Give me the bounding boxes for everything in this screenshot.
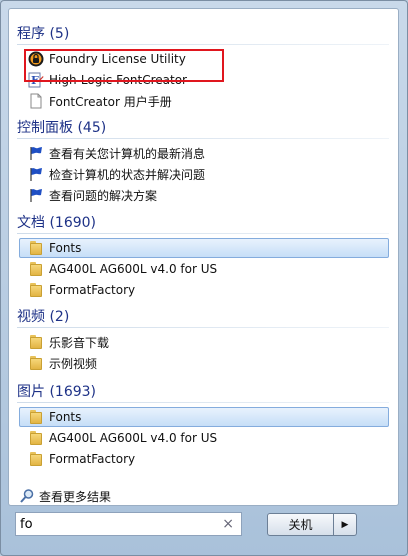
result-item-label: 查看有关您计算机的最新消息 — [49, 146, 206, 161]
separator — [17, 138, 389, 139]
search-input[interactable] — [20, 514, 215, 534]
separator — [17, 233, 389, 234]
folder-icon — [28, 240, 44, 256]
shutdown-options-arrow-icon[interactable]: ▶ — [334, 513, 357, 536]
result-item-label: Fonts — [49, 410, 82, 424]
group-header-programs[interactable]: 程序 (5) — [17, 25, 69, 43]
group-header-documents[interactable]: 文档 (1690) — [17, 214, 96, 232]
separator — [17, 44, 389, 45]
result-item-folder[interactable]: 示例视频 — [19, 353, 389, 373]
highlight-box — [24, 49, 224, 82]
result-item-label: FormatFactory — [49, 452, 136, 466]
result-item-label: Fonts — [49, 241, 82, 255]
magnifier-icon — [19, 488, 35, 504]
search-box[interactable]: × — [15, 512, 242, 536]
result-item-label: 查看问题的解决方案 — [49, 188, 158, 203]
see-more-results-label: 查看更多结果 — [39, 489, 112, 504]
result-item-folder[interactable]: AG400L AG600L v4.0 for US — [19, 428, 389, 448]
group-header-videos[interactable]: 视频 (2) — [17, 308, 69, 326]
flag-icon — [28, 145, 44, 161]
flag-icon — [28, 187, 44, 203]
result-item-fonts-selected[interactable]: Fonts — [19, 238, 389, 258]
folder-icon — [28, 282, 44, 298]
result-item-label: AG400L AG600L v4.0 for US — [49, 262, 218, 276]
flag-icon — [28, 166, 44, 182]
see-more-results-link[interactable]: 查看更多结果 — [19, 487, 111, 505]
result-item-label: AG400L AG600L v4.0 for US — [49, 431, 218, 445]
result-item-folder[interactable]: AG400L AG600L v4.0 for US — [19, 259, 389, 279]
clear-search-icon[interactable]: × — [222, 516, 234, 532]
result-item-label: FontCreator 用户手册 — [49, 94, 172, 109]
result-item-folder[interactable]: FormatFactory — [19, 280, 389, 300]
result-item-control-panel[interactable]: 检查计算机的状态并解决问题 — [19, 164, 389, 184]
result-item-label: 乐影音下载 — [49, 335, 110, 350]
result-item-control-panel[interactable]: 查看有关您计算机的最新消息 — [19, 143, 389, 163]
separator — [17, 402, 389, 403]
result-item-control-panel[interactable]: 查看问题的解决方案 — [19, 185, 389, 205]
folder-icon — [28, 334, 44, 350]
folder-icon — [28, 355, 44, 371]
result-item-folder[interactable]: 乐影音下载 — [19, 332, 389, 352]
shutdown-button-group: 关机 ▶ — [267, 513, 357, 536]
search-results-panel: 程序 (5) Foundry License Utility F High-Lo… — [8, 8, 399, 506]
result-item-fonts-selected[interactable]: Fonts — [19, 407, 389, 427]
group-header-control-panel[interactable]: 控制面板 (45) — [17, 119, 106, 137]
separator — [17, 327, 389, 328]
folder-icon — [28, 409, 44, 425]
result-item-fontcreator-manual[interactable]: FontCreator 用户手册 — [19, 91, 389, 111]
document-icon — [28, 93, 44, 109]
folder-icon — [28, 261, 44, 277]
result-item-label: FormatFactory — [49, 283, 136, 297]
result-item-label: 检查计算机的状态并解决问题 — [49, 167, 206, 182]
folder-icon — [28, 430, 44, 446]
result-item-folder[interactable]: FormatFactory — [19, 449, 389, 469]
shutdown-button[interactable]: 关机 — [267, 513, 334, 536]
group-header-pictures[interactable]: 图片 (1693) — [17, 383, 96, 401]
result-item-label: 示例视频 — [49, 356, 98, 371]
folder-icon — [28, 451, 44, 467]
